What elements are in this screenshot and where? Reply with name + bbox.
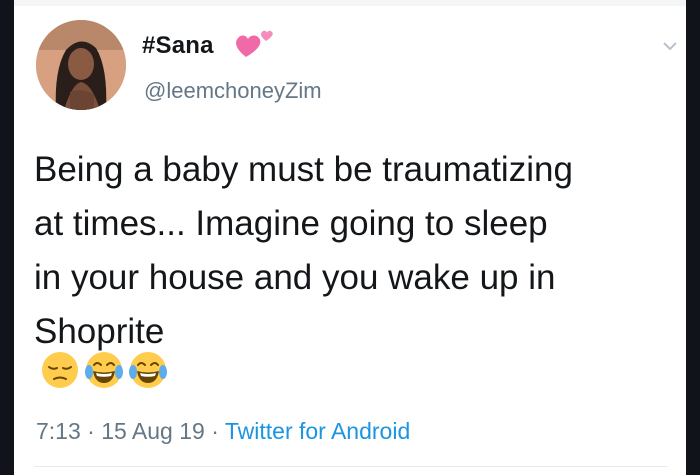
tweet-card: #Sana @leemchoneyZim Being a baby must b… (14, 0, 686, 475)
display-name[interactable]: #Sana (142, 32, 214, 60)
pensive-face-icon (42, 352, 78, 388)
frame-left (0, 0, 14, 475)
tears-of-joy-icon (129, 352, 167, 388)
tweet-text-line: at times... Imagine going to sleep (34, 204, 548, 243)
tears-of-joy-icon (85, 352, 123, 388)
emoji-row (40, 350, 168, 392)
divider (34, 466, 668, 467)
tweet-meta: 7:13 · 15 Aug 19 · Twitter for Android (36, 418, 410, 445)
tweet-text-line: Being a baby must be traumatizing (34, 150, 573, 189)
chevron-down-icon[interactable] (660, 36, 680, 56)
avatar-image (36, 20, 126, 110)
tweet-time[interactable]: 7:13 (36, 418, 81, 444)
tweet-source-link[interactable]: Twitter for Android (225, 418, 410, 444)
avatar[interactable] (36, 20, 126, 110)
meta-separator: · (211, 418, 219, 444)
tweet-date[interactable]: 15 Aug 19 (101, 418, 205, 444)
two-hearts-icon (236, 30, 273, 57)
frame-right (686, 0, 700, 475)
tweet-text: Being a baby must be traumatizing at tim… (34, 143, 674, 359)
tweet-text-line: in your house and you wake up in (34, 258, 556, 297)
user-handle[interactable]: @leemchoneyZim (144, 78, 322, 104)
top-strip (14, 0, 686, 6)
meta-separator: · (87, 418, 95, 444)
